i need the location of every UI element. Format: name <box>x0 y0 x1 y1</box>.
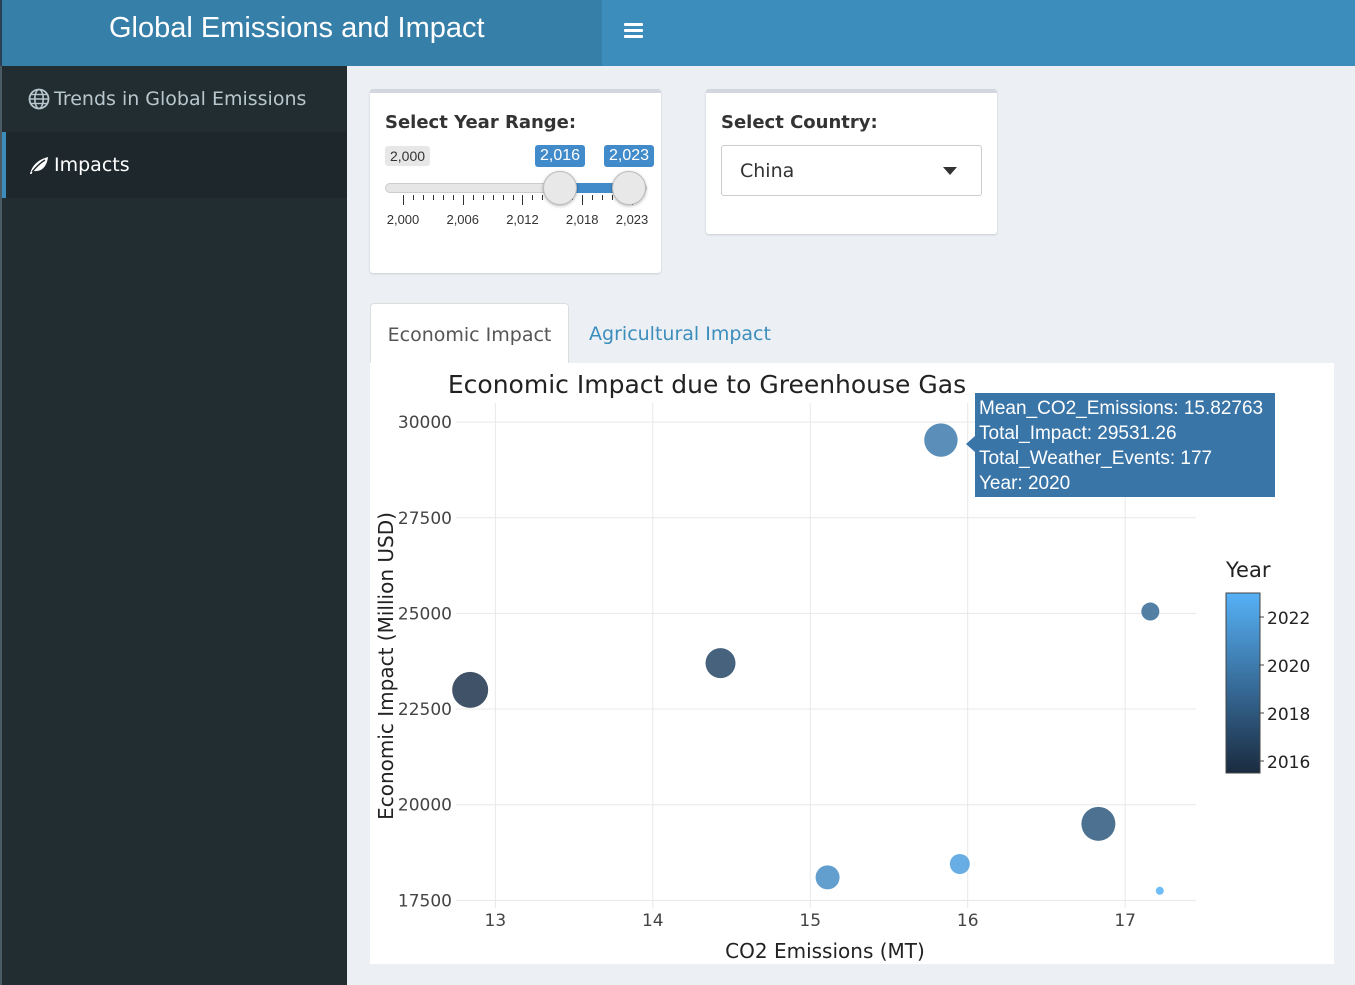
tooltip-line: Total_Impact: 29531.26 <box>979 423 1177 444</box>
y-tick-label: 22500 <box>398 700 452 720</box>
scatter-point[interactable] <box>924 423 958 457</box>
scatter-point[interactable] <box>949 854 970 875</box>
legend-tick-label: 2016 <box>1267 753 1310 773</box>
legend-tick-label: 2018 <box>1267 705 1310 725</box>
legend-tick-label: 2020 <box>1267 657 1310 677</box>
scatter-point[interactable] <box>1155 886 1164 895</box>
x-tick-label: 13 <box>485 911 507 931</box>
scatter-point[interactable] <box>452 671 489 708</box>
tooltip-line: Mean_CO2_Emissions: 15.82763 <box>979 398 1263 419</box>
y-tick-label: 17500 <box>398 891 452 911</box>
x-axis-title: CO2 Emissions (MT) <box>725 939 925 963</box>
scatter-point[interactable] <box>815 865 840 890</box>
x-tick-label: 17 <box>1114 911 1136 931</box>
tooltip-line: Year: 2020 <box>979 473 1070 494</box>
scatter-point[interactable] <box>1141 602 1160 621</box>
legend-colorbar <box>1225 592 1261 774</box>
x-tick-label: 14 <box>642 911 664 931</box>
tooltip-line: Total_Weather_Events: 177 <box>979 448 1212 469</box>
legend-tick-label: 2022 <box>1267 609 1310 629</box>
scatter-point[interactable] <box>1081 806 1116 841</box>
scatter-point[interactable] <box>705 648 736 679</box>
scatter-chart[interactable]: 30000 27500 25000 22500 20000 17500 13 14 15 16 1… <box>0 0 1355 985</box>
y-tick-label: 20000 <box>398 796 452 816</box>
y-axis-title: Economic Impact (Million USD) <box>374 512 398 820</box>
y-tick-label: 30000 <box>398 413 452 433</box>
x-tick-label: 16 <box>957 911 979 931</box>
chart-title: Economic Impact due to Greenhouse Gas <box>448 370 966 399</box>
legend-title: Year <box>1225 558 1271 582</box>
hover-tooltip: Mean_CO2_Emissions: 15.82763 Total_Impact… <box>966 393 1275 497</box>
y-tick-label: 25000 <box>398 604 452 624</box>
y-tick-label: 27500 <box>398 509 452 529</box>
x-tick-label: 15 <box>799 911 821 931</box>
